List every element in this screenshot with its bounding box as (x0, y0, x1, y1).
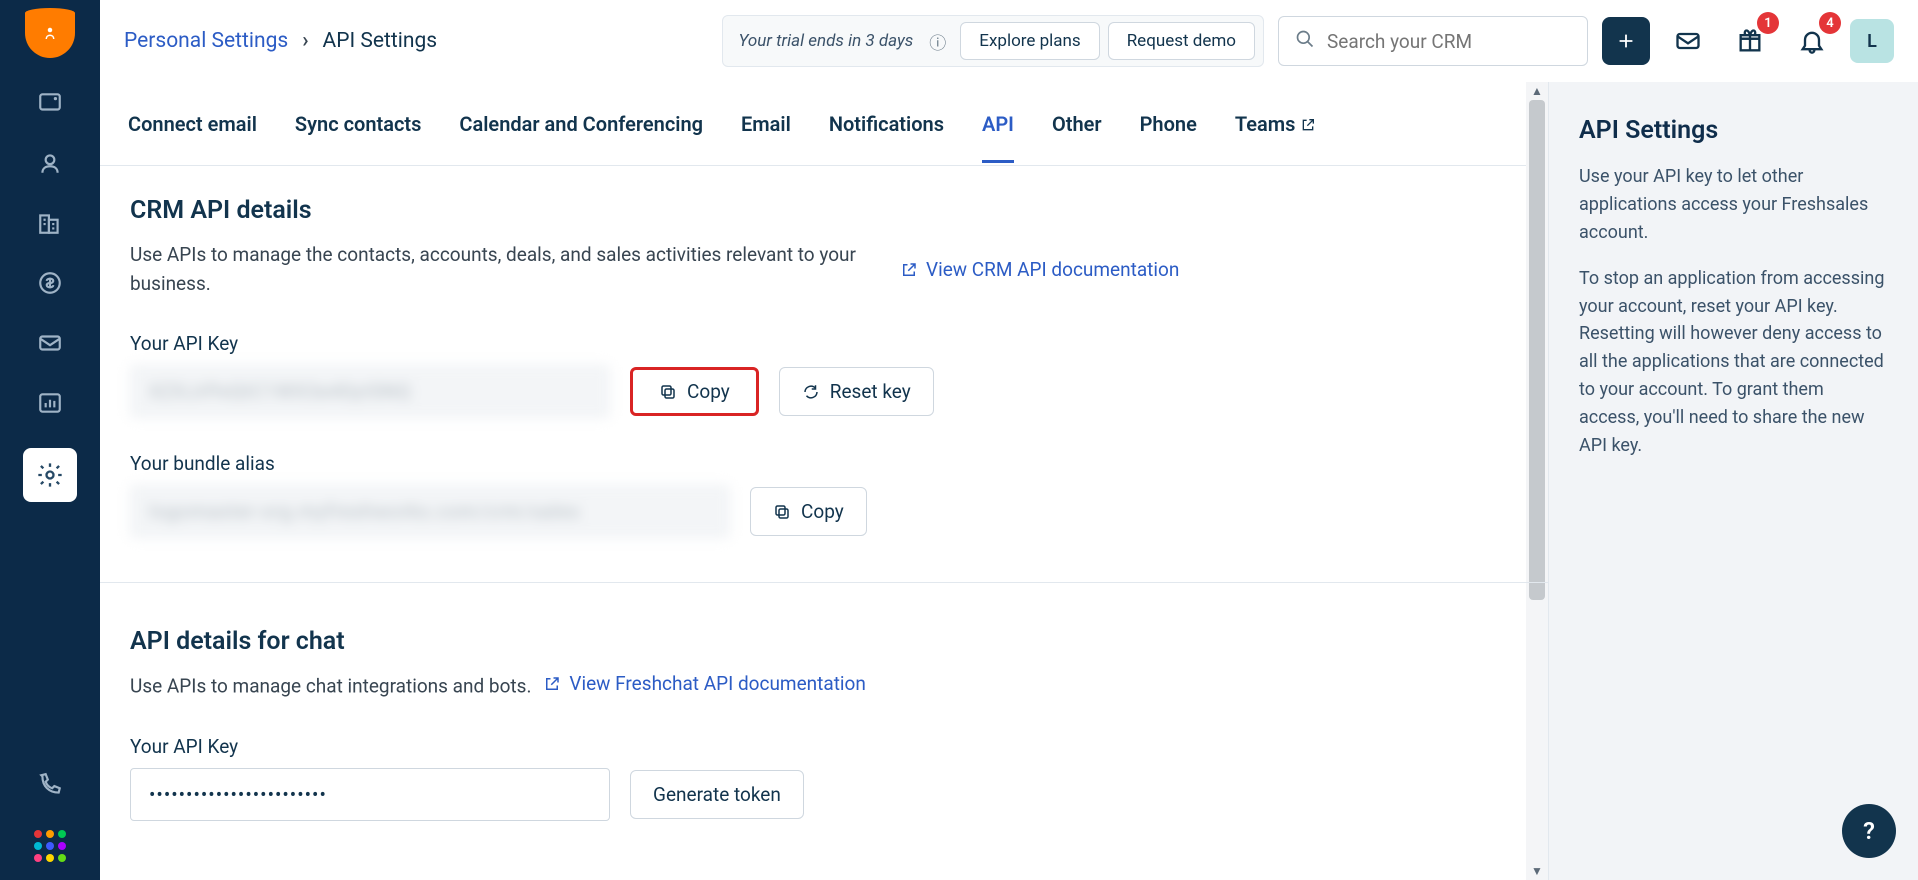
tab-phone[interactable]: Phone (1140, 86, 1197, 162)
sidebar-item-accounts[interactable] (35, 208, 65, 238)
refresh-icon (802, 383, 820, 401)
search-box[interactable] (1278, 16, 1588, 66)
external-link-icon (543, 675, 561, 693)
crm-description: Use APIs to manage the contacts, account… (130, 241, 870, 298)
crm-heading: CRM API details (130, 196, 1518, 225)
user-avatar[interactable]: L (1850, 19, 1894, 63)
sidebar-item-phone[interactable] (35, 770, 65, 800)
tab-other[interactable]: Other (1052, 86, 1102, 162)
tab-notifications[interactable]: Notifications (829, 86, 944, 162)
help-text-2: To stop an application from accessing yo… (1579, 265, 1888, 460)
gift-badge: 1 (1757, 12, 1779, 34)
generate-token-button[interactable]: Generate token (630, 770, 804, 819)
external-link-icon (1300, 117, 1316, 133)
chevron-right-icon: › (302, 29, 308, 53)
chat-description: Use APIs to manage chat integrations and… (130, 675, 531, 698)
chat-api-key-field[interactable]: •••••••••••••••••••••••• (130, 768, 610, 821)
crm-doc-link[interactable]: View CRM API documentation (900, 258, 1179, 281)
sidebar (0, 0, 100, 880)
tab-sync-contacts[interactable]: Sync contacts (295, 86, 422, 162)
copy-icon (659, 383, 677, 401)
tab-connect-email[interactable]: Connect email (128, 86, 257, 162)
copy-icon (773, 503, 791, 521)
info-icon[interactable]: ⓘ (929, 29, 946, 54)
help-heading: API Settings (1579, 116, 1888, 145)
tab-email[interactable]: Email (741, 86, 791, 162)
app-logo (25, 8, 75, 58)
settings-tabs: Connect email Sync contacts Calendar and… (100, 82, 1548, 166)
copy-api-key-button[interactable]: Copy (630, 367, 759, 416)
chat-heading: API details for chat (130, 627, 1518, 656)
tab-api[interactable]: API (982, 86, 1014, 162)
sidebar-item-inbox[interactable] (35, 328, 65, 358)
breadcrumb-parent[interactable]: Personal Settings (124, 29, 288, 53)
search-icon (1295, 29, 1315, 53)
chat-api-key-label: Your API Key (130, 735, 1518, 758)
external-link-icon (900, 261, 918, 279)
bell-badge: 4 (1819, 12, 1841, 34)
breadcrumb: Personal Settings › API Settings (124, 29, 437, 53)
section-divider (100, 582, 1548, 583)
sidebar-item-deals[interactable] (35, 268, 65, 298)
help-panel: API Settings Use your API key to let oth… (1548, 82, 1918, 880)
request-demo-button[interactable]: Request demo (1108, 22, 1255, 60)
main-content: CRM API details Use APIs to manage the c… (100, 166, 1548, 880)
help-fab[interactable]: ? (1842, 804, 1896, 858)
api-key-label: Your API Key (130, 332, 1518, 355)
scroll-up-arrow[interactable]: ▲ (1526, 82, 1548, 100)
sidebar-item-contacts[interactable] (35, 148, 65, 178)
gift-icon[interactable]: 1 (1726, 17, 1774, 65)
api-key-field[interactable]: XZXJrPeQtC1WX3e40ytSNQ (130, 365, 610, 418)
help-text-1: Use your API key to let other applicatio… (1579, 163, 1888, 247)
chat-doc-link[interactable]: View Freshchat API documentation (543, 672, 866, 695)
reset-key-button[interactable]: Reset key (779, 367, 934, 416)
add-button[interactable] (1602, 17, 1650, 65)
bundle-alias-label: Your bundle alias (130, 452, 1518, 475)
explore-plans-button[interactable]: Explore plans (960, 22, 1099, 60)
sidebar-item-reports[interactable] (35, 388, 65, 418)
trial-bar: Your trial ends in 3 days ⓘ Explore plan… (722, 15, 1264, 67)
breadcrumb-current: API Settings (323, 29, 438, 53)
tab-teams[interactable]: Teams (1235, 86, 1317, 162)
copy-bundle-button[interactable]: Copy (750, 487, 867, 536)
tab-calendar[interactable]: Calendar and Conferencing (459, 86, 703, 162)
top-bar: Personal Settings › API Settings Your tr… (100, 0, 1918, 82)
mail-icon[interactable] (1664, 17, 1712, 65)
app-switcher-icon[interactable] (34, 830, 66, 862)
bundle-alias-field[interactable]: logomaster-org.myfreshworks.com/crm/sale… (130, 485, 730, 538)
sidebar-item-dashboard[interactable] (35, 88, 65, 118)
bell-icon[interactable]: 4 (1788, 17, 1836, 65)
trial-text: Your trial ends in 3 days (731, 31, 922, 51)
sidebar-item-settings[interactable] (23, 448, 77, 502)
search-input[interactable] (1327, 30, 1571, 53)
